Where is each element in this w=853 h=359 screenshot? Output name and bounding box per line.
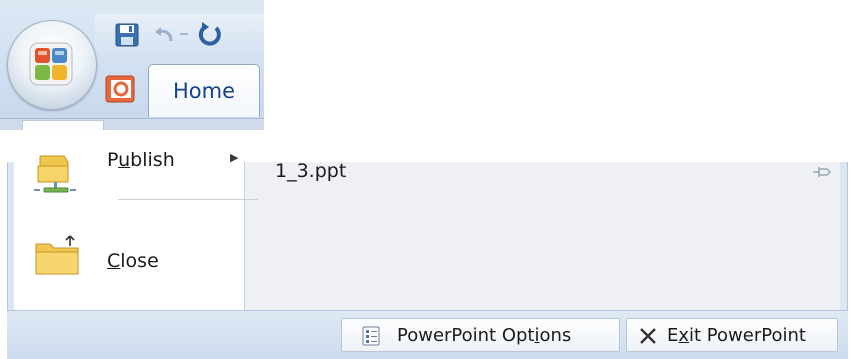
powerpoint-options-button[interactable]: PowerPoint Options: [341, 318, 620, 352]
options-icon: [362, 326, 380, 346]
office-button[interactable]: [7, 20, 97, 110]
tab-home[interactable]: Home: [148, 64, 260, 117]
office-menu-footer: PowerPoint Options Exit PowerPoint: [7, 310, 848, 359]
pin-icon[interactable]: [811, 164, 833, 180]
undo-icon[interactable]: [152, 22, 176, 48]
close-label: Close: [107, 250, 159, 272]
recent-documents-pane: [245, 162, 840, 310]
undo-dropdown-icon[interactable]: [178, 22, 190, 48]
office-menu: Publish ▶ Close 1_3.ppt PowerPoint Optio…: [0, 149, 853, 359]
recent-document-item[interactable]: 1_3.ppt: [275, 160, 346, 182]
exit-x-icon: [640, 328, 656, 344]
title-bar-crop: Home: [0, 0, 264, 130]
menu-item-publish[interactable]: Publish ▶: [14, 148, 258, 208]
exit-powerpoint-label: Exit PowerPoint: [667, 325, 806, 346]
menu-separator: [118, 199, 258, 200]
save-icon[interactable]: [114, 22, 140, 48]
repeat-icon[interactable]: [196, 22, 224, 48]
office-logo-icon: [29, 42, 73, 86]
submenu-arrow-icon: ▶: [230, 151, 239, 164]
menu-item-close[interactable]: Close: [14, 232, 244, 292]
close-folder-icon: [35, 235, 79, 275]
powerpoint-icon: [105, 75, 135, 103]
publish-label: Publish: [107, 149, 175, 171]
ribbon-group-edge: [22, 120, 104, 130]
powerpoint-options-label: PowerPoint Options: [397, 325, 572, 346]
exit-powerpoint-button[interactable]: Exit PowerPoint: [626, 318, 838, 352]
publish-icon: [34, 155, 76, 193]
